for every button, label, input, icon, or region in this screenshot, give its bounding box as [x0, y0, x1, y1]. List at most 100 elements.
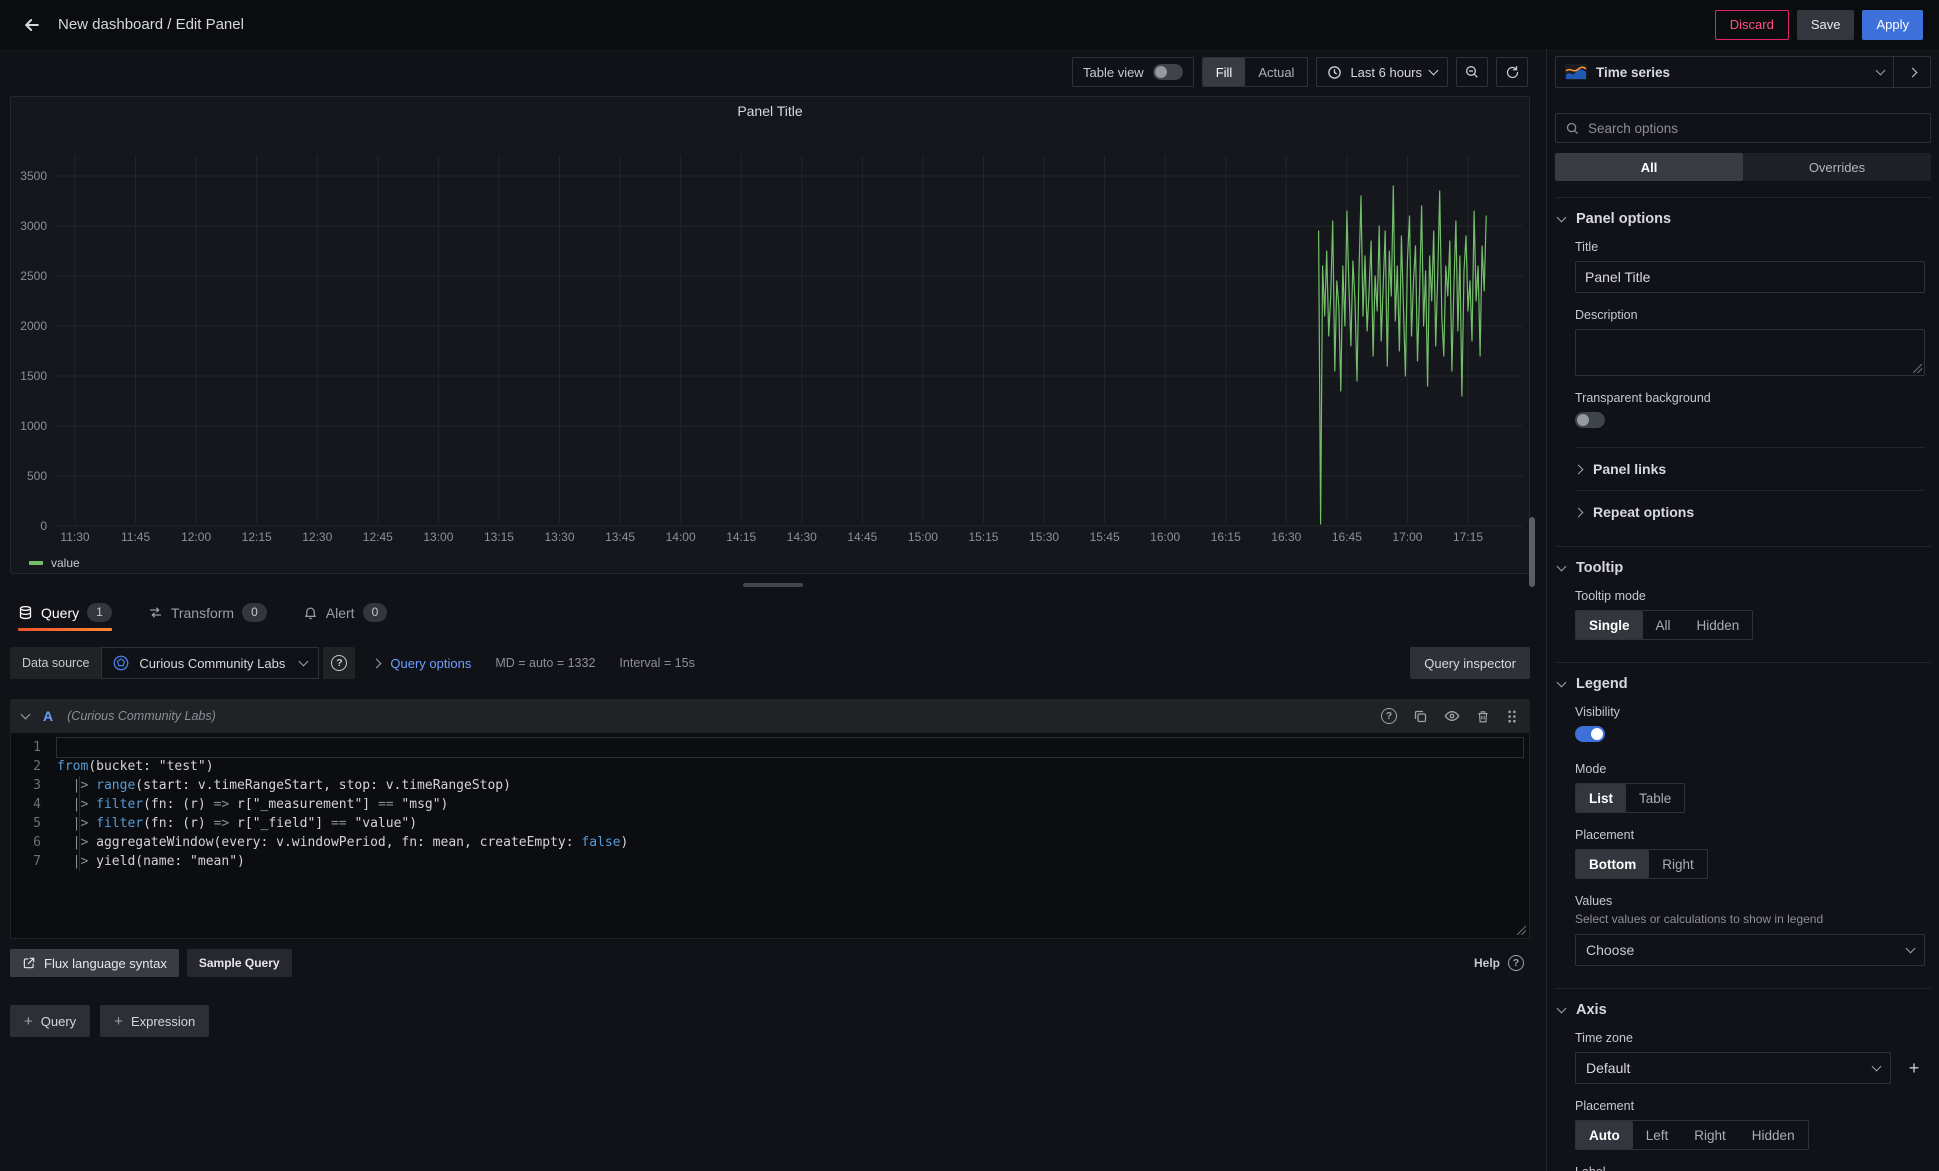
plus-icon: +	[24, 1013, 33, 1030]
svg-text:1000: 1000	[20, 419, 47, 433]
timezone-select[interactable]: Default	[1575, 1052, 1891, 1084]
code-line[interactable]: 6 |> aggregateWindow(every: v.windowPeri…	[11, 833, 1529, 852]
delete-query-button[interactable]	[1476, 709, 1490, 724]
line-number: 7	[11, 852, 57, 871]
axis-placement-group: Auto Left Right Hidden	[1575, 1120, 1809, 1150]
collapse-sidebar-button[interactable]	[1894, 56, 1931, 88]
textarea-resize-handle[interactable]	[1913, 364, 1922, 373]
legend-placement-label: Placement	[1575, 828, 1925, 842]
code-line[interactable]: 7 |> yield(name: "mean")	[11, 852, 1529, 871]
panel-title: Panel Title	[11, 97, 1529, 125]
tooltip-mode-all[interactable]: All	[1643, 611, 1684, 639]
datasource-picker[interactable]: Curious Community Labs	[101, 647, 319, 679]
hide-query-button[interactable]	[1444, 708, 1460, 724]
legend-placement-right[interactable]: Right	[1649, 850, 1707, 878]
query-options-toggle[interactable]: Query options	[390, 656, 471, 671]
query-inspector-button[interactable]: Query inspector	[1410, 647, 1530, 679]
chevron-down-icon	[299, 657, 309, 667]
svg-text:1500: 1500	[20, 369, 47, 383]
duplicate-query-button[interactable]	[1413, 709, 1428, 724]
collapse-query-icon	[21, 710, 31, 720]
code-line[interactable]: 4 |> filter(fn: (r) => r["_measurement"]…	[11, 795, 1529, 814]
table-view-toggle[interactable]	[1153, 64, 1183, 80]
add-query-button[interactable]: + Query	[10, 1005, 90, 1037]
legend-values-select[interactable]: Choose	[1575, 934, 1925, 966]
add-expression-button[interactable]: + Expression	[100, 1005, 209, 1037]
flux-code-editor[interactable]: 12from(bucket: "test")3 |> range(start: …	[10, 733, 1530, 939]
eye-icon	[1444, 708, 1460, 724]
legend-placement-bottom[interactable]: Bottom	[1576, 850, 1649, 878]
fill-button[interactable]: Fill	[1203, 58, 1246, 86]
tab-query[interactable]: Query 1	[18, 603, 112, 631]
actual-button[interactable]: Actual	[1245, 58, 1307, 86]
apply-button[interactable]: Apply	[1862, 10, 1923, 40]
flux-syntax-button[interactable]: Flux language syntax	[10, 949, 179, 977]
discard-button[interactable]: Discard	[1715, 10, 1789, 40]
datasource-help-button[interactable]: ?	[323, 647, 355, 679]
axis-placement-right[interactable]: Right	[1681, 1121, 1739, 1149]
legend-mode-list[interactable]: List	[1576, 784, 1626, 812]
panel-description-input[interactable]	[1575, 329, 1925, 376]
panel-title-input[interactable]	[1575, 261, 1925, 293]
code-text	[57, 738, 1523, 757]
panel-resize-handle[interactable]	[743, 583, 803, 587]
code-line[interactable]: 3 |> range(start: v.timeRangeStart, stop…	[11, 776, 1529, 795]
legend-item[interactable]: value	[29, 556, 80, 570]
code-line[interactable]: 1	[11, 738, 1529, 757]
legend-mode-table[interactable]: Table	[1626, 784, 1684, 812]
tooltip-header[interactable]: Tooltip	[1555, 560, 1931, 576]
query-options-row: Query options MD = auto = 1332 Interval …	[373, 656, 694, 671]
editor-tabs: Query 1 Transform 0 Alert 0	[18, 597, 1530, 631]
tab-transform[interactable]: Transform 0	[148, 603, 267, 631]
legend-visibility-toggle[interactable]	[1575, 726, 1605, 742]
tooltip-mode-group: Single All Hidden	[1575, 610, 1753, 640]
drag-query-handle[interactable]	[1506, 709, 1518, 724]
panel-preview[interactable]: Panel Title 0500100015002000250030003500…	[10, 96, 1530, 574]
question-circle-icon: ?	[1381, 708, 1397, 724]
editor-resize-handle[interactable]	[1517, 926, 1526, 935]
tab-alert[interactable]: Alert 0	[303, 603, 387, 631]
line-number: 4	[11, 795, 57, 814]
help-group[interactable]: Help ?	[1474, 955, 1524, 971]
tooltip-mode-hidden[interactable]: Hidden	[1684, 611, 1753, 639]
axis-header[interactable]: Axis	[1555, 1002, 1931, 1018]
svg-text:17:00: 17:00	[1392, 530, 1422, 544]
svg-text:0: 0	[40, 519, 47, 533]
back-button[interactable]	[16, 9, 48, 41]
save-button[interactable]: Save	[1797, 10, 1855, 40]
chart-legend: value	[11, 556, 1529, 570]
axis-placement-hidden[interactable]: Hidden	[1739, 1121, 1808, 1149]
panel-options-header[interactable]: Panel options	[1555, 211, 1931, 227]
repeat-options-row[interactable]: Repeat options	[1575, 490, 1925, 524]
zoom-out-button[interactable]	[1456, 57, 1488, 87]
tab-alert-count: 0	[363, 603, 388, 622]
options-search-input[interactable]	[1588, 121, 1921, 136]
svg-text:12:45: 12:45	[363, 530, 393, 544]
refresh-icon	[1505, 65, 1520, 80]
transparent-bg-toggle[interactable]	[1575, 412, 1605, 428]
filter-tab-all[interactable]: All	[1555, 153, 1743, 181]
panel-links-row[interactable]: Panel links	[1575, 447, 1925, 490]
svg-text:500: 500	[27, 469, 47, 483]
tooltip-mode-single[interactable]: Single	[1576, 611, 1643, 639]
code-line[interactable]: 5 |> filter(fn: (r) => r["_field"] == "v…	[11, 814, 1529, 833]
flux-syntax-label: Flux language syntax	[44, 956, 167, 971]
drag-dots-icon	[1506, 709, 1518, 724]
query-help-button[interactable]: ?	[1381, 708, 1397, 724]
viz-picker[interactable]: Time series	[1555, 56, 1894, 88]
axis-placement-left[interactable]: Left	[1633, 1121, 1682, 1149]
main-scrollbar-thumb[interactable]	[1529, 517, 1535, 587]
time-series-chart: 050010001500200025003000350011:3011:4512…	[11, 125, 1529, 549]
chevron-down-icon	[1429, 66, 1439, 76]
code-line[interactable]: 2from(bucket: "test")	[11, 757, 1529, 776]
chevron-down-icon	[1557, 678, 1567, 688]
time-range-picker[interactable]: Last 6 hours	[1316, 57, 1448, 87]
sample-query-button[interactable]: Sample Query	[187, 949, 292, 977]
legend-header[interactable]: Legend	[1555, 676, 1931, 692]
panel-links-label: Panel links	[1593, 461, 1666, 477]
filter-tab-overrides[interactable]: Overrides	[1743, 153, 1931, 181]
refresh-button[interactable]	[1496, 57, 1528, 87]
add-timezone-button[interactable]: +	[1903, 1058, 1925, 1079]
axis-placement-auto[interactable]: Auto	[1576, 1121, 1633, 1149]
query-row-header[interactable]: A (Curious Community Labs) ?	[10, 699, 1530, 733]
